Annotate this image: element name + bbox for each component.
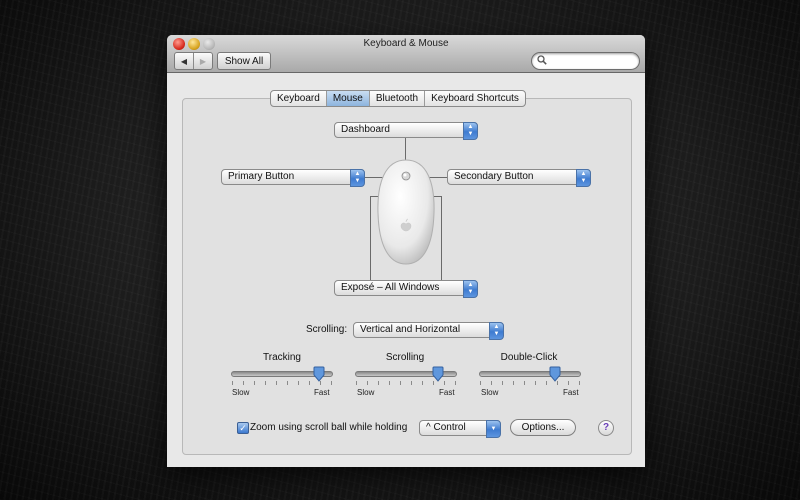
titlebar: Keyboard & Mouse ◀ ▶ Show All: [167, 35, 645, 73]
secondary-button-popup[interactable]: Secondary Button ▲ ▼: [447, 169, 591, 187]
double-click-slider-thumb[interactable]: [549, 366, 561, 382]
mouse-pane: [182, 98, 632, 455]
options-button[interactable]: Options...: [510, 419, 576, 436]
popup-value: Secondary Button: [454, 171, 534, 182]
mouse-image: [377, 159, 435, 265]
search-input[interactable]: [550, 54, 636, 69]
magnifier-icon: [537, 55, 547, 65]
scrolling-fast-label: Fast: [439, 388, 455, 397]
window-title: Keyboard & Mouse: [363, 38, 449, 49]
popup-arrows-icon: ▲ ▼: [463, 122, 478, 140]
popup-value: Vertical and Horizontal: [360, 324, 461, 335]
double-click-ticks: [480, 381, 580, 386]
side-buttons-popup[interactable]: Exposé – All Windows ▲ ▼: [334, 280, 478, 298]
tracking-slider-thumb[interactable]: [313, 366, 325, 382]
tracking-fast-label: Fast: [314, 388, 330, 397]
help-button[interactable]: ?: [598, 420, 614, 436]
popup-arrows-icon: ▲ ▼: [576, 169, 591, 187]
tab-bluetooth[interactable]: Bluetooth: [368, 91, 424, 106]
tracking-slow-label: Slow: [232, 388, 250, 397]
tab-keyboard-shortcuts[interactable]: Keyboard Shortcuts: [424, 91, 525, 106]
double-click-slider-track[interactable]: [479, 371, 581, 377]
double-click-title: Double-Click: [500, 352, 558, 363]
primary-button-popup[interactable]: Primary Button ▲ ▼: [221, 169, 365, 187]
popup-arrow-icon: ▼: [486, 420, 501, 438]
popup-arrows-icon: ▲ ▼: [463, 280, 478, 298]
back-arrow-icon: ◀: [180, 56, 188, 66]
search-field[interactable]: [531, 52, 640, 70]
tab-mouse[interactable]: Mouse: [325, 91, 369, 106]
connector-side-right-line: [441, 196, 442, 280]
popup-value: Primary Button: [228, 171, 295, 182]
popup-arrows-icon: ▲ ▼: [489, 322, 504, 340]
popup-value: Exposé – All Windows: [341, 282, 440, 293]
tab-bar: Keyboard Mouse Bluetooth Keyboard Shortc…: [270, 90, 526, 107]
tab-keyboard[interactable]: Keyboard: [271, 91, 326, 106]
scrolling-label: Scrolling:: [306, 324, 348, 335]
connector-side-left-line: [370, 196, 371, 280]
forward-button[interactable]: ▶: [193, 53, 212, 69]
back-button[interactable]: ◀: [175, 53, 193, 69]
show-all-button[interactable]: Show All: [217, 52, 271, 70]
scrolling-speed-title: Scrolling: [385, 352, 425, 363]
zoom-label: Zoom using scroll ball while holding: [250, 422, 408, 433]
zoom-modifier-popup[interactable]: ^ Control ▼: [419, 420, 501, 438]
back-forward-control: ◀ ▶: [174, 52, 213, 70]
scrolling-slow-label: Slow: [357, 388, 375, 397]
zoom-checkbox[interactable]: ✓: [237, 422, 249, 434]
tracking-title: Tracking: [263, 352, 301, 363]
double-click-slow-label: Slow: [481, 388, 499, 397]
popup-value: ^ Control: [426, 422, 466, 433]
double-click-fast-label: Fast: [563, 388, 579, 397]
scrolling-popup[interactable]: Vertical and Horizontal ▲ ▼: [353, 322, 504, 340]
popup-value: Dashboard: [341, 124, 390, 135]
forward-arrow-icon: ▶: [199, 56, 207, 66]
scroll-ball-action-popup[interactable]: Dashboard ▲ ▼: [334, 122, 478, 140]
popup-arrows-icon: ▲ ▼: [350, 169, 365, 187]
scrolling-slider-thumb[interactable]: [432, 366, 444, 382]
